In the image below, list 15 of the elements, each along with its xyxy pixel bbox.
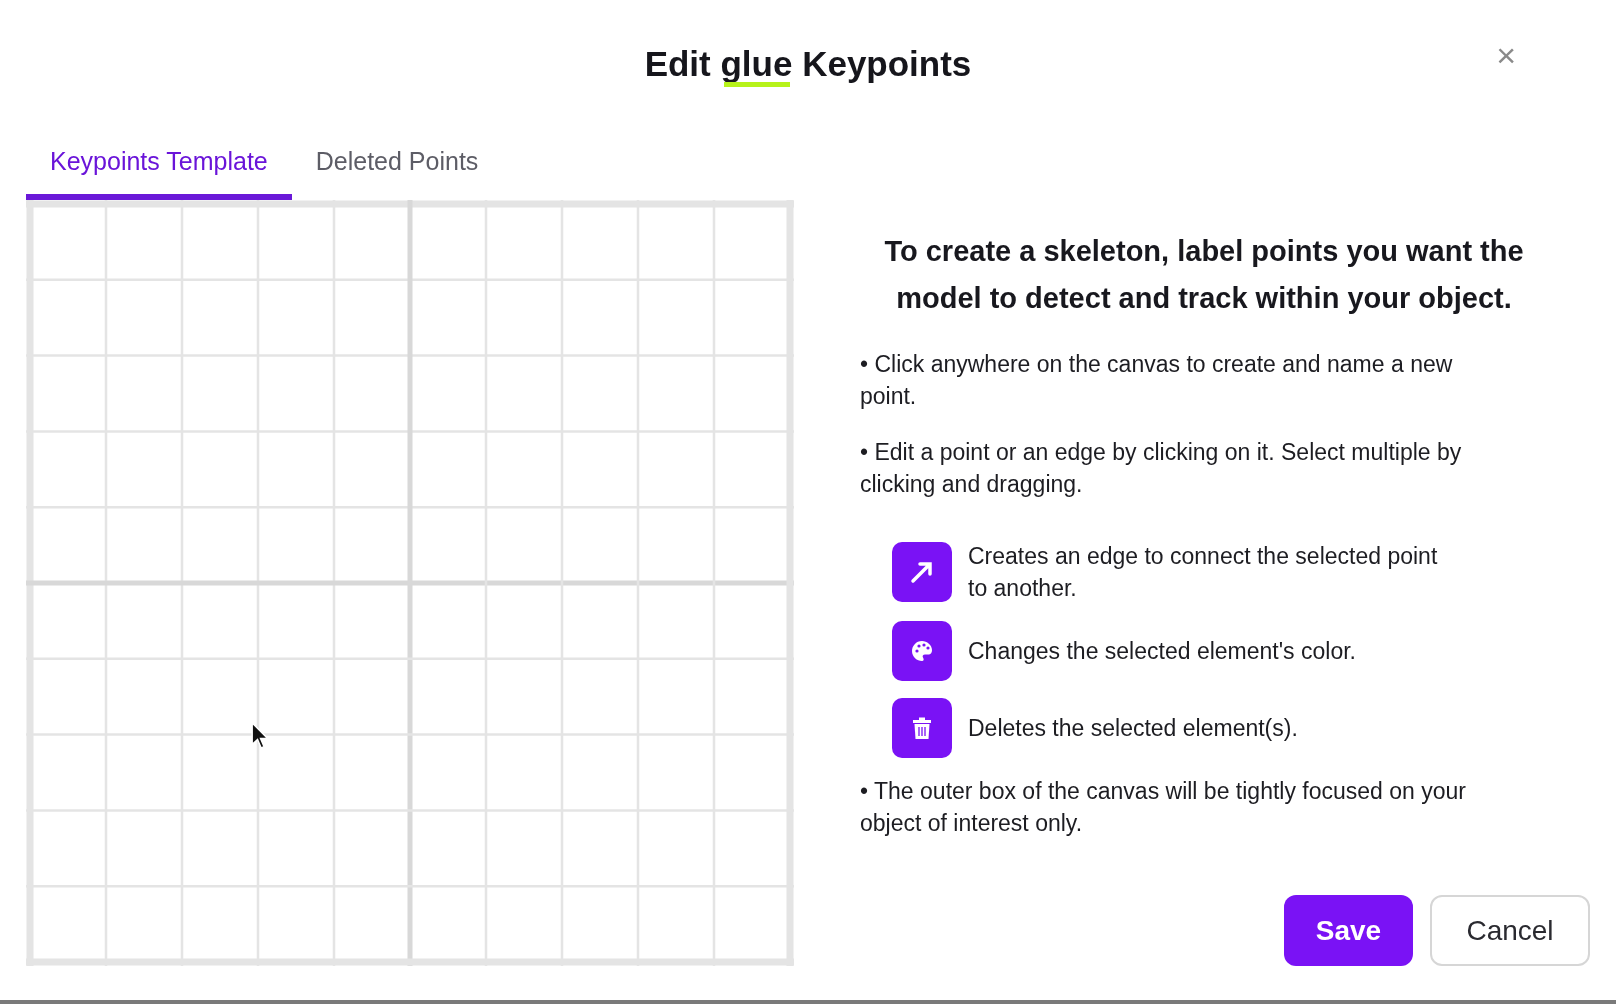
- palette-icon: [892, 621, 952, 681]
- tool-description: Changes the selected element's color.: [968, 637, 1357, 666]
- grid-canvas[interactable]: [26, 200, 794, 966]
- instructions-heading: To create a skeleton, label points you want the model to detect and track within your object.: [883, 234, 1525, 316]
- cancel-button[interactable]: Cancel: [1430, 895, 1590, 966]
- instruction-text: • Edit a point or an edge by clicking on it. Select multiple by clicking and dragging.: [860, 438, 1463, 499]
- tool-description: Creates an edge to connect the selected point to another.: [968, 542, 1439, 603]
- dialog-title: Edit glue Keypoints: [644, 44, 972, 84]
- trash-icon: [892, 698, 952, 758]
- tool-description: Deletes the selected element(s).: [968, 714, 1299, 743]
- save-button[interactable]: Save: [1284, 895, 1413, 966]
- instruction-text: • The outer box of the canvas will be tightly focused on your object of interest only.: [860, 777, 1467, 838]
- instruction-text: • Click anywhere on the canvas to create and name a new point.: [860, 350, 1454, 411]
- tab[interactable]: Deleted Points: [291, 136, 503, 200]
- close-button[interactable]: ×: [1492, 38, 1520, 72]
